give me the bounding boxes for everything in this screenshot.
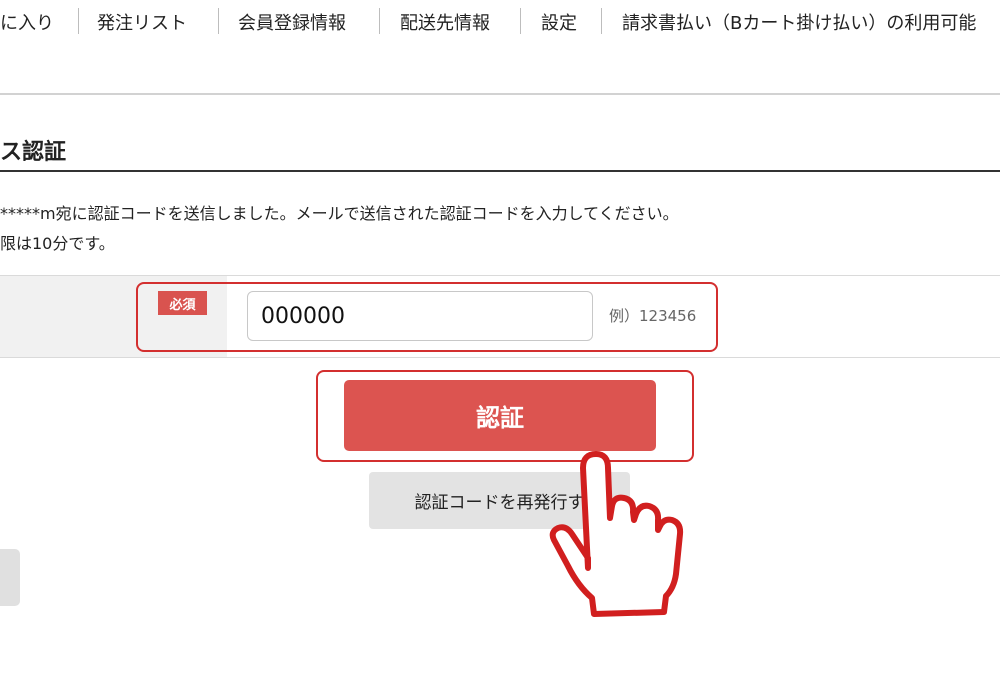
form-row-border-bottom xyxy=(0,357,1000,358)
nav-item-order-list[interactable]: 発注リスト xyxy=(97,9,187,35)
nav-divider xyxy=(78,8,79,34)
title-underline xyxy=(0,170,1000,172)
header-divider xyxy=(0,93,1000,95)
top-navigation: に入り 発注リスト 会員登録情報 配送先情報 設定 請求書払い（Bカート掛け払い… xyxy=(0,0,1000,44)
nav-divider xyxy=(601,8,602,34)
expiry-message: 限は10分です。 xyxy=(0,234,115,253)
nav-item-member-info[interactable]: 会員登録情報 xyxy=(238,9,346,35)
instruction-message: *****m宛に認証コードを送信しました。メールで送信された認証コードを入力して… xyxy=(0,204,679,223)
nav-item-invoice-payment[interactable]: 請求書払い（Bカート掛け払い）の利用可能 xyxy=(622,9,976,35)
back-button[interactable] xyxy=(0,549,20,606)
nav-item-settings[interactable]: 設定 xyxy=(541,9,577,35)
page-title: ス認証 xyxy=(0,140,67,165)
nav-divider xyxy=(520,8,521,34)
nav-item-shipping-info[interactable]: 配送先情報 xyxy=(400,9,490,35)
pointing-hand-icon xyxy=(549,451,684,617)
authenticate-button[interactable]: 認証 xyxy=(344,380,656,451)
nav-divider xyxy=(218,8,219,34)
nav-divider xyxy=(379,8,380,34)
input-highlight-frame xyxy=(136,282,718,352)
nav-item-favorites[interactable]: に入り xyxy=(0,9,54,35)
